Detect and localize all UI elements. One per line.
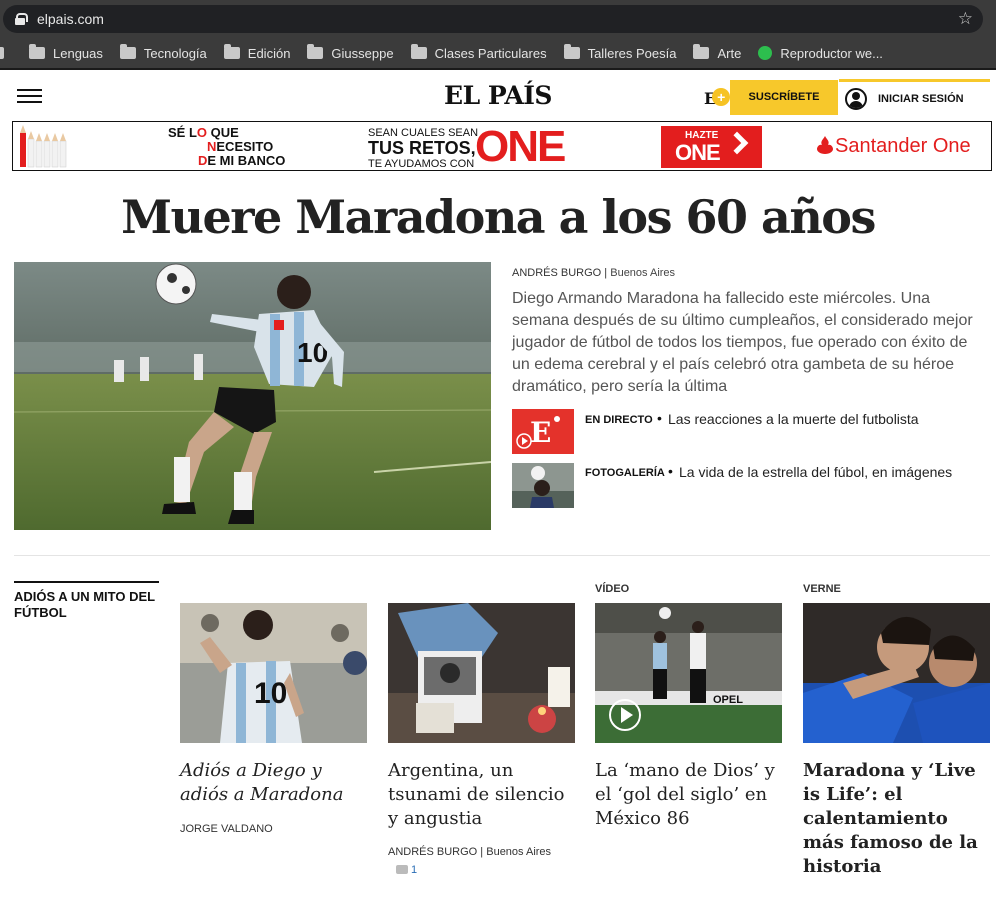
article-card[interactable]: Argentina, un tsunami de silencio y angu… bbox=[388, 583, 575, 876]
bookmark-folder-edicion[interactable]: Edición bbox=[223, 44, 290, 61]
article-card[interactable]: 10 Adiós a Diego y adiós a Maradona JORG… bbox=[180, 583, 367, 835]
user-icon bbox=[845, 88, 867, 110]
article-card[interactable]: VERNE Maradona y ‘Live is Life’: el cale… bbox=[803, 583, 990, 877]
comment-icon bbox=[396, 865, 408, 874]
related-title-live[interactable]: Las reacciones a la muerte del futbolist… bbox=[668, 411, 919, 427]
related-title-gallery[interactable]: La vida de la estrella del fúbol, en imá… bbox=[679, 464, 952, 480]
main-headline[interactable]: Muere Maradona a los 60 años bbox=[0, 190, 996, 244]
folder-icon bbox=[693, 44, 710, 59]
bookmark-folder-talleres[interactable]: Talleres Poesía bbox=[563, 44, 676, 61]
gallery-thumbnail[interactable] bbox=[512, 463, 574, 508]
card-title[interactable]: Maradona y ‘Live is Life’: el calentamie… bbox=[803, 759, 993, 879]
card-image[interactable]: OPEL bbox=[595, 603, 782, 743]
card-author[interactable]: JORGE VALDANO bbox=[180, 823, 273, 835]
maradona-photo: 10 bbox=[14, 262, 491, 530]
hero-byline: ANDRÉS BURGO | Buenos Aires bbox=[512, 267, 676, 279]
related-tag-gallery: FOTOGALERÍA bbox=[585, 467, 665, 479]
folder-icon bbox=[223, 44, 240, 59]
video-card[interactable]: VÍDEO OPEL La ‘mano de Dios’ y el ‘gol d… bbox=[595, 583, 782, 829]
browser-toolbar: elpais.com ☆ bbox=[0, 0, 996, 38]
bookmark-folder-clases[interactable]: Clases Particulares bbox=[410, 44, 547, 61]
site-header: EL PAÍS E+ SUSCRÍBETE INICIAR SESIÓN bbox=[0, 72, 996, 120]
bookmark-reproductor[interactable]: Reproductor we... bbox=[758, 46, 883, 61]
lock-icon[interactable] bbox=[15, 13, 28, 25]
card-author: ANDRÉS BURGO | Buenos Aires bbox=[388, 846, 552, 858]
bookmark-folder-lenguas[interactable]: Lenguas bbox=[29, 44, 103, 61]
ad-hazte-one-button[interactable]: HAZTE ONE bbox=[661, 126, 762, 168]
address-url[interactable]: elpais.com bbox=[37, 11, 104, 27]
card-kicker bbox=[180, 583, 367, 597]
hero-summary: Diego Armando Maradona ha fallecido este… bbox=[512, 290, 973, 395]
ad-slogan-1: SÉ LO QUE NECESITO DE MI BANCO bbox=[168, 125, 286, 168]
related-live[interactable]: E EN DIRECTO • Las reacciones a la muert… bbox=[512, 409, 992, 455]
card-kicker: VÍDEO bbox=[595, 583, 630, 595]
related-gallery[interactable]: FOTOGALERÍA • La vida de la estrella del… bbox=[512, 463, 992, 509]
card-image[interactable] bbox=[388, 603, 575, 743]
folder-icon bbox=[563, 44, 580, 59]
hero-photo[interactable]: 10 bbox=[14, 262, 491, 530]
plus-icon: + bbox=[712, 88, 731, 106]
bookmarks-bar: Lenguas Tecnología Edición Giusseppe Cla… bbox=[0, 38, 996, 70]
bookmark-folder-tecnologia[interactable]: Tecnología bbox=[119, 44, 207, 61]
folder-icon bbox=[410, 44, 427, 59]
santander-logo: Santander One bbox=[817, 135, 971, 158]
card-image[interactable]: 10 bbox=[180, 603, 367, 743]
bookmark-folder-arte[interactable]: Arte bbox=[693, 44, 741, 61]
eplus-logo[interactable]: E+ bbox=[704, 88, 731, 108]
arrow-right-icon bbox=[725, 131, 749, 155]
folder-icon bbox=[29, 44, 45, 59]
folder-icon bbox=[307, 44, 324, 59]
address-bar[interactable]: elpais.com ☆ bbox=[3, 5, 983, 33]
card-image[interactable] bbox=[803, 603, 990, 743]
folder-icon bbox=[119, 44, 136, 59]
card-title[interactable]: Adiós a Diego y adiós a Maradona bbox=[180, 759, 370, 807]
related-tag-live: EN DIRECTO bbox=[585, 414, 653, 426]
svg-text:E: E bbox=[530, 416, 551, 449]
live-thumbnail[interactable]: E bbox=[512, 409, 574, 454]
section-title[interactable]: ADIÓS A UN MITO DEL FÚTBOL bbox=[14, 581, 159, 621]
bookmark-star-icon[interactable]: ☆ bbox=[958, 9, 973, 29]
flame-icon bbox=[817, 136, 833, 154]
card-title[interactable]: Argentina, un tsunami de silencio y angu… bbox=[388, 759, 578, 831]
subscribe-button[interactable]: SUSCRÍBETE bbox=[730, 80, 838, 115]
card-title[interactable]: La ‘mano de Dios’ y el ‘gol del siglo’ e… bbox=[595, 759, 785, 831]
comments-link[interactable]: 1 bbox=[396, 864, 417, 876]
section-divider bbox=[14, 555, 990, 556]
pencils-graphic bbox=[20, 125, 67, 168]
card-kicker bbox=[388, 583, 575, 597]
ad-one-text: ONE bbox=[475, 122, 566, 171]
card-kicker: VERNE bbox=[803, 583, 841, 595]
svg-text:OPEL: OPEL bbox=[713, 694, 743, 706]
ad-slogan-2: SEAN CUALES SEAN TUS RETOS, TE AYUDAMOS … bbox=[368, 127, 479, 170]
login-label: INICIAR SESIÓN bbox=[878, 93, 964, 105]
folder-icon bbox=[0, 47, 4, 59]
site-favicon-icon bbox=[758, 46, 773, 60]
ad-banner[interactable]: SÉ LO QUE NECESITO DE MI BANCO SEAN CUAL… bbox=[12, 121, 992, 171]
svg-text:10: 10 bbox=[254, 677, 287, 710]
login-button[interactable]: INICIAR SESIÓN bbox=[839, 79, 990, 116]
bookmark-folder-giusseppe[interactable]: Giusseppe bbox=[307, 44, 394, 61]
byline-author[interactable]: ANDRÉS BURGO bbox=[512, 267, 601, 279]
bookmark-folder[interactable] bbox=[0, 47, 12, 59]
byline-city: Buenos Aires bbox=[610, 267, 676, 279]
